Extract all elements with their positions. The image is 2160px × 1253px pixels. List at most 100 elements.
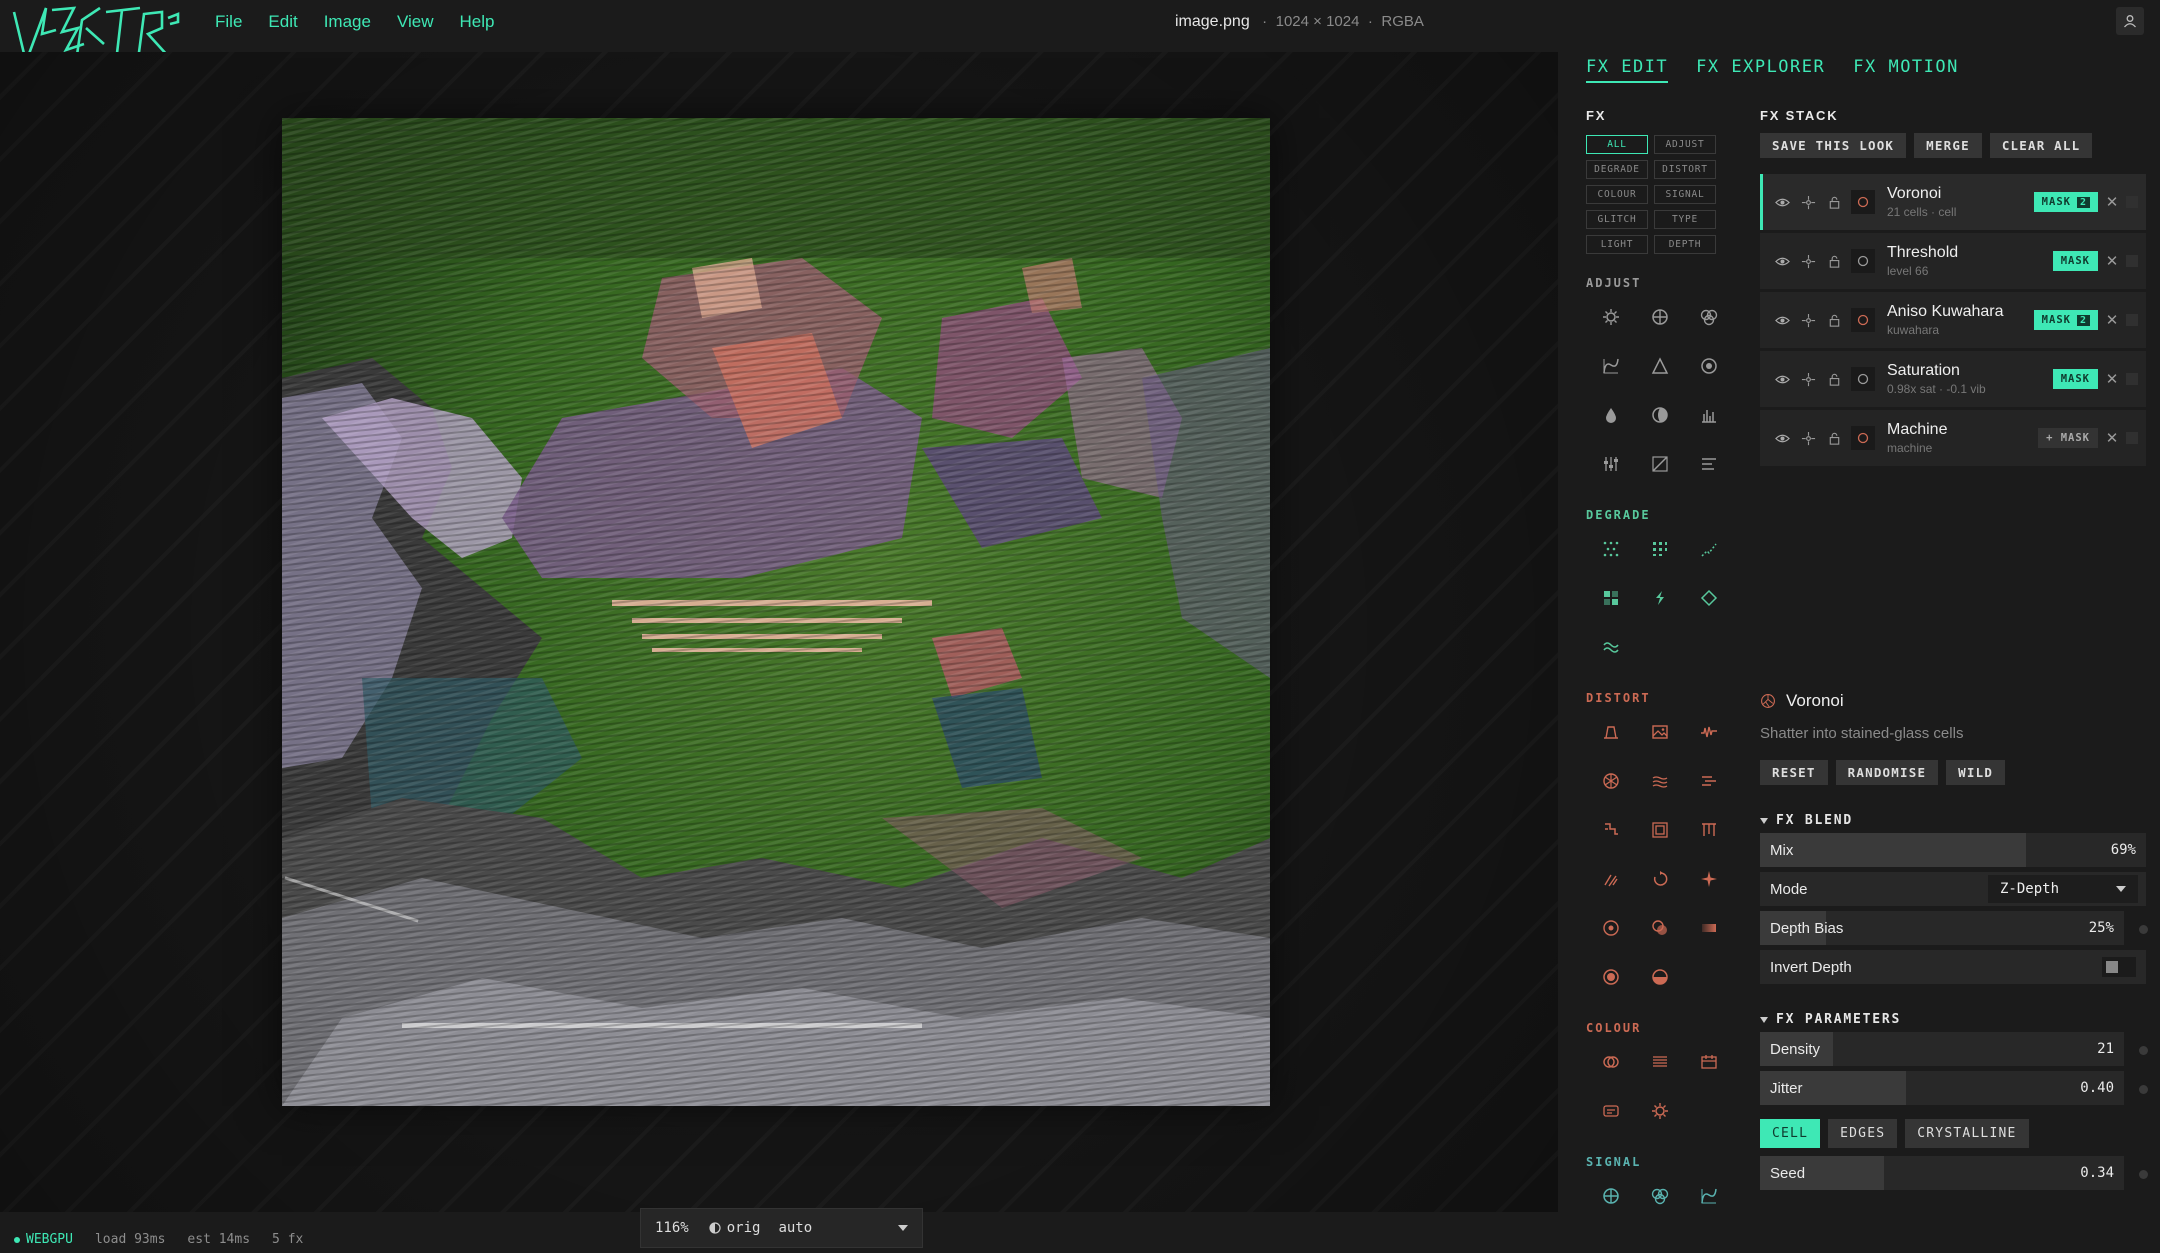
zoom-level[interactable]: 116% (655, 1220, 689, 1236)
keyframe-dot[interactable] (2139, 925, 2148, 934)
merge-button[interactable]: MERGE (1914, 133, 1982, 158)
fx-cells-icon[interactable] (1586, 624, 1635, 669)
fx-sliders-icon[interactable] (1586, 441, 1635, 486)
tab-fx-edit[interactable]: FX EDIT (1586, 57, 1669, 83)
stack-item[interactable]: Voronoi 21 cells · cell MASK 2 ✕ (1760, 174, 2146, 230)
lock-toggle[interactable] (1821, 431, 1847, 446)
fx-blend-header[interactable]: FX BLEND (1760, 813, 2146, 828)
fx-globe-icon[interactable] (1635, 294, 1684, 339)
jitter-slider[interactable]: Jitter 0.40 (1760, 1071, 2124, 1105)
render-mode-select[interactable]: auto (778, 1220, 909, 1236)
fx-stretch-icon[interactable] (1586, 856, 1635, 901)
mask-button[interactable]: + MASK (2038, 428, 2098, 448)
fx-target-icon[interactable] (1635, 954, 1684, 999)
stack-item[interactable]: Machine machine + MASK ✕ (1760, 410, 2146, 466)
chip-distort[interactable]: DISTORT (1654, 160, 1716, 179)
randomise-button[interactable]: RANDOMISE (1835, 760, 1939, 785)
fx-overlap-icon[interactable] (1635, 1088, 1684, 1133)
remove-effect-button[interactable]: ✕ (2098, 252, 2126, 270)
fx-blend-icon[interactable] (1586, 1039, 1635, 1084)
chip-all[interactable]: ALL (1586, 135, 1648, 154)
wild-button[interactable]: WILD (1946, 760, 2006, 785)
fx-calendar-icon[interactable] (1635, 1173, 1684, 1218)
fx-histogram-icon[interactable] (1684, 392, 1733, 437)
fx-twirl-icon[interactable] (1684, 905, 1733, 950)
fx-polar-icon[interactable] (1635, 807, 1684, 852)
menu-edit[interactable]: Edit (268, 12, 297, 32)
clear-all-button[interactable]: CLEAR ALL (1989, 133, 2093, 158)
fx-perspective-icon[interactable] (1635, 758, 1684, 803)
lock-toggle[interactable] (1821, 313, 1847, 328)
stack-item[interactable]: Saturation 0.98x sat · -0.1 vib MASK ✕ (1760, 351, 2146, 407)
mask-button[interactable]: MASK (2052, 251, 2098, 271)
drag-handle[interactable] (2126, 196, 2138, 208)
solo-toggle[interactable] (1795, 372, 1821, 387)
chip-light[interactable]: LIGHT (1586, 235, 1648, 254)
mode-cell[interactable]: CELL (1760, 1119, 1821, 1148)
chip-adjust[interactable]: ADJUST (1654, 135, 1716, 154)
depth-bias-slider[interactable]: Depth Bias 25% (1760, 911, 2124, 945)
fx-wave-icon[interactable] (1586, 758, 1635, 803)
compare-original-toggle[interactable]: orig (709, 1220, 760, 1236)
mask-button[interactable]: MASK 2 (2033, 192, 2098, 212)
mode-select[interactable]: Z-Depth (1988, 875, 2138, 903)
lock-toggle[interactable] (1821, 195, 1847, 210)
fx-params-header[interactable]: FX PARAMETERS (1760, 1012, 2146, 1027)
menu-file[interactable]: File (215, 12, 242, 32)
fx-vignette-icon[interactable] (1684, 343, 1733, 388)
fx-brightness-icon[interactable] (1586, 294, 1635, 339)
mode-edges[interactable]: EDGES (1828, 1119, 1898, 1148)
fx-steps-icon[interactable] (1635, 856, 1684, 901)
stack-item[interactable]: Aniso Kuwahara kuwahara MASK 2 ✕ (1760, 292, 2146, 348)
solo-toggle[interactable] (1795, 195, 1821, 210)
drag-handle[interactable] (2126, 432, 2138, 444)
visibility-toggle[interactable] (1769, 195, 1795, 210)
fx-rgb-circles-icon[interactable] (1684, 294, 1733, 339)
fx-curves-icon[interactable] (1586, 343, 1635, 388)
fx-noise-icon[interactable] (1684, 575, 1733, 620)
user-button[interactable] (2116, 7, 2144, 35)
fx-scanlines-icon[interactable] (1586, 1173, 1635, 1218)
canvas-area[interactable]: 116% orig auto (0, 52, 1558, 1248)
fx-half-moon-icon[interactable] (1635, 392, 1684, 437)
solo-toggle[interactable] (1795, 254, 1821, 269)
fx-gradient-map-icon[interactable] (1635, 1039, 1684, 1084)
menu-image[interactable]: Image (324, 12, 371, 32)
fx-triangle-icon[interactable] (1635, 343, 1684, 388)
visibility-toggle[interactable] (1769, 372, 1795, 387)
mask-button[interactable]: MASK 2 (2033, 310, 2098, 330)
fx-sparkle-icon[interactable] (1586, 954, 1635, 999)
save-look-button[interactable]: SAVE THIS LOOK (1760, 133, 1907, 158)
fx-threshold-icon[interactable] (1635, 575, 1684, 620)
fx-grid-dots-icon[interactable] (1635, 526, 1684, 571)
density-slider[interactable]: Density 21 (1760, 1032, 2124, 1066)
drag-handle[interactable] (2126, 373, 2138, 385)
lock-toggle[interactable] (1821, 372, 1847, 387)
fx-frame-icon[interactable] (1684, 856, 1733, 901)
chip-depth[interactable]: DEPTH (1654, 235, 1716, 254)
fx-diamond-icon[interactable] (1586, 709, 1635, 754)
visibility-toggle[interactable] (1769, 254, 1795, 269)
fx-image-icon[interactable] (1684, 758, 1733, 803)
chip-signal[interactable]: SIGNAL (1654, 185, 1716, 204)
drag-handle[interactable] (2126, 255, 2138, 267)
remove-effect-button[interactable]: ✕ (2098, 370, 2126, 388)
fx-glitch-wave-icon[interactable] (1586, 807, 1635, 852)
chip-colour[interactable]: COLOUR (1586, 185, 1648, 204)
chip-glitch[interactable]: GLITCH (1586, 210, 1648, 229)
fx-dither-dots-icon[interactable] (1586, 526, 1635, 571)
mix-slider[interactable]: Mix 69% (1760, 833, 2146, 867)
fx-align-icon[interactable] (1684, 441, 1733, 486)
tab-fx-motion[interactable]: FX MOTION (1853, 57, 1959, 83)
remove-effect-button[interactable]: ✕ (2098, 311, 2126, 329)
solo-toggle[interactable] (1795, 313, 1821, 328)
fx-slash-icon[interactable] (1635, 905, 1684, 950)
fx-duotone-icon[interactable] (1586, 1088, 1635, 1133)
invert-depth-toggle[interactable] (2102, 957, 2136, 977)
mode-crystalline[interactable]: CRYSTALLINE (1905, 1119, 2029, 1148)
fx-dashed-line-icon[interactable] (1684, 526, 1733, 571)
keyframe-dot[interactable] (2139, 1085, 2148, 1094)
menu-view[interactable]: View (397, 12, 434, 32)
solo-toggle[interactable] (1795, 431, 1821, 446)
remove-effect-button[interactable]: ✕ (2098, 429, 2126, 447)
